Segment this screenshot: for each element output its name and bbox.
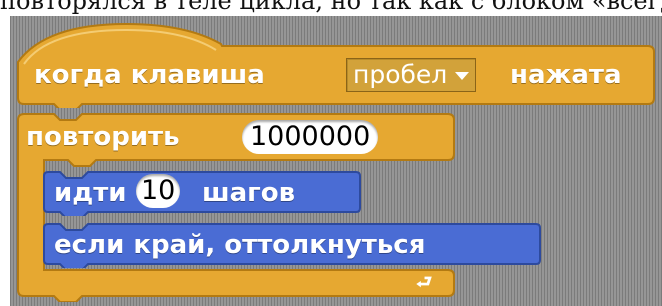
hat-label-suffix: нажата bbox=[510, 60, 622, 90]
key-dropdown-value: пробел bbox=[353, 60, 448, 89]
bounce-on-edge-block[interactable]: если край, оттолкнуться bbox=[42, 222, 542, 268]
repeat-label: повторить bbox=[26, 122, 180, 152]
key-dropdown[interactable]: пробел bbox=[346, 58, 477, 92]
repeat-count-input[interactable]: 1000000 bbox=[242, 120, 379, 154]
when-key-pressed-block[interactable]: когда клавиша пробел нажата bbox=[16, 20, 656, 108]
loop-arrow-icon: ⮐ bbox=[416, 272, 433, 293]
steps-input[interactable]: 10 bbox=[136, 174, 181, 208]
hat-label-prefix: когда клавиша bbox=[34, 60, 265, 90]
caption-text: повторялся в теле цикла, но так как с бл… bbox=[0, 0, 662, 15]
move-label-after: шагов bbox=[202, 178, 296, 208]
move-steps-block[interactable]: идти 10 шагов bbox=[42, 170, 362, 216]
chevron-down-icon[interactable] bbox=[455, 72, 470, 80]
bounce-label: если край, оттолкнуться bbox=[54, 230, 426, 260]
move-label-before: идти bbox=[54, 178, 127, 208]
